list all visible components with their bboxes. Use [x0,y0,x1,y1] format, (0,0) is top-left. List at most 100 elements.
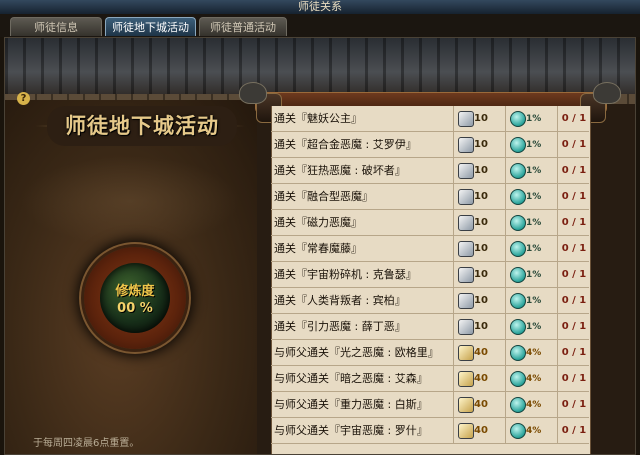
progress-cell: 0 / 1 [557,106,590,132]
activity-name: 通关『磁力恶魔』 [274,216,362,229]
activity-row[interactable]: 与师父通关『光之恶魔 : 欧格里』 40 4% 0 / 1 [271,340,589,366]
reward-value: 10 [474,321,488,332]
activity-name: 通关『狂热恶魔 : 破坏者』 [274,164,406,177]
reward-value: 40 [474,399,488,410]
chance-cell: 1% [505,236,558,262]
ticket-icon [458,241,474,257]
reward-value: 10 [474,191,488,202]
orb-icon [510,111,526,127]
chance-value: 1% [526,114,542,124]
activity-row[interactable]: 通关『宇宙粉碎机 : 克鲁瑟』 10 1% 0 / 1 [271,262,589,288]
progress-value: 0 / 1 [561,191,587,202]
reward-cell: 10 [453,132,506,158]
reward-cell: 10 [453,184,506,210]
reward-cell: 40 [453,418,506,444]
activity-row[interactable]: 通关『人类背叛者 : 宾柏』 10 1% 0 / 1 [271,288,589,314]
activity-name: 通关『引力恶魔 : 薛丁恶』 [274,320,406,333]
section-banner: 师徒地下城活动 [35,106,245,146]
activity-name: 与师父通关『宇宙恶魔 : 罗什』 [274,424,428,437]
progress-cell: 0 / 1 [557,418,590,444]
chance-cell: 1% [505,106,558,132]
cloud-decoration [20,156,240,246]
reward-cell: 10 [453,288,506,314]
activity-name: 通关『常春魔藤』 [274,242,362,255]
chance-value: 4% [526,400,542,410]
progress-value: 0 / 1 [561,347,587,358]
reset-note: 于每周四凌晨6点重置。 [33,438,140,449]
orb-icon [510,267,526,283]
section-title: 师徒地下城活动 [47,106,237,146]
reward-value: 10 [474,113,488,124]
activity-name: 与师父通关『光之恶魔 : 欧格里』 [274,346,439,359]
chance-cell: 1% [505,158,558,184]
progress-value: 0 / 1 [561,165,587,176]
activity-name: 与师父通关『暗之恶魔 : 艾森』 [274,372,428,385]
chance-cell: 4% [505,418,558,444]
activity-name: 通关『超合金恶魔 : 艾罗伊』 [274,138,417,151]
ticket-icon [458,371,474,387]
progress-cell: 0 / 1 [557,210,590,236]
ticket-icon [458,345,474,361]
chance-value: 4% [526,374,542,384]
chance-cell: 1% [505,184,558,210]
chance-value: 1% [526,270,542,280]
activity-row[interactable]: 通关『引力恶魔 : 薛丁恶』 10 1% 0 / 1 [271,314,589,340]
tab-dungeon-activities[interactable]: 师徒地下城活动 [105,17,196,36]
activity-row[interactable]: 通关『磁力恶魔』 10 1% 0 / 1 [271,210,589,236]
activity-row[interactable]: 通关『融合型恶魔』 10 1% 0 / 1 [271,184,589,210]
activity-row[interactable]: 与师父通关『重力恶魔 : 白斯』 40 4% 0 / 1 [271,392,589,418]
tab-master-info[interactable]: 师徒信息 [10,17,102,36]
cultivation-value: 00 % [117,301,153,316]
reward-value: 10 [474,139,488,150]
activity-row[interactable]: 与师父通关『暗之恶魔 : 艾森』 40 4% 0 / 1 [271,366,589,392]
activity-scroll: 通关『魅妖公主』 10 1% 0 / 1 通关『超合金恶魔 : 艾罗伊』 10 1% 0 / … [239,82,621,454]
progress-cell: 0 / 1 [557,158,590,184]
help-icon[interactable]: ? [17,92,30,105]
progress-cell: 0 / 1 [557,236,590,262]
progress-value: 0 / 1 [561,113,587,124]
progress-value: 0 / 1 [561,139,587,150]
activity-row[interactable]: 通关『狂热恶魔 : 破坏者』 10 1% 0 / 1 [271,158,589,184]
reward-value: 10 [474,165,488,176]
ticket-icon [458,189,474,205]
activity-name: 通关『魅妖公主』 [274,112,362,125]
reward-cell: 10 [453,262,506,288]
progress-value: 0 / 1 [561,321,587,332]
activity-row[interactable]: 通关『魅妖公主』 10 1% 0 / 1 [271,106,589,132]
cultivation-orb: 修炼度 00 % [100,263,170,333]
reward-cell: 40 [453,392,506,418]
ticket-icon [458,267,474,283]
reward-cell: 10 [453,210,506,236]
orb-icon [510,189,526,205]
reward-value: 40 [474,425,488,436]
reward-value: 10 [474,269,488,280]
dragon-ornament-right [593,82,621,104]
ticket-icon [458,137,474,153]
tab-normal-activities[interactable]: 师徒普通活动 [199,17,287,36]
activity-name: 通关『人类背叛者 : 宾柏』 [274,294,406,307]
orb-icon [510,137,526,153]
activity-row[interactable]: 与师父通关『宇宙恶魔 : 罗什』 40 4% 0 / 1 [271,418,589,444]
reward-value: 10 [474,243,488,254]
activity-row[interactable]: 通关『超合金恶魔 : 艾罗伊』 10 1% 0 / 1 [271,132,589,158]
reward-cell: 40 [453,366,506,392]
chance-value: 1% [526,166,542,176]
ticket-icon [458,215,474,231]
chance-value: 1% [526,140,542,150]
chance-value: 1% [526,218,542,228]
ticket-icon [458,163,474,179]
chance-value: 4% [526,348,542,358]
title-bar[interactable]: 师徒关系 [0,0,640,15]
orb-icon [510,215,526,231]
orb-icon [510,345,526,361]
chance-cell: 4% [505,366,558,392]
cultivation-gauge: 修炼度 00 % [84,247,186,349]
orb-icon [510,241,526,257]
ticket-icon [458,293,474,309]
orb-icon [510,423,526,439]
activity-row[interactable]: 通关『常春魔藤』 10 1% 0 / 1 [271,236,589,262]
orb-icon [510,397,526,413]
chance-value: 1% [526,322,542,332]
tab-bar: 师徒信息 师徒地下城活动 师徒普通活动 [0,14,640,37]
cultivation-label: 修炼度 [115,284,155,299]
